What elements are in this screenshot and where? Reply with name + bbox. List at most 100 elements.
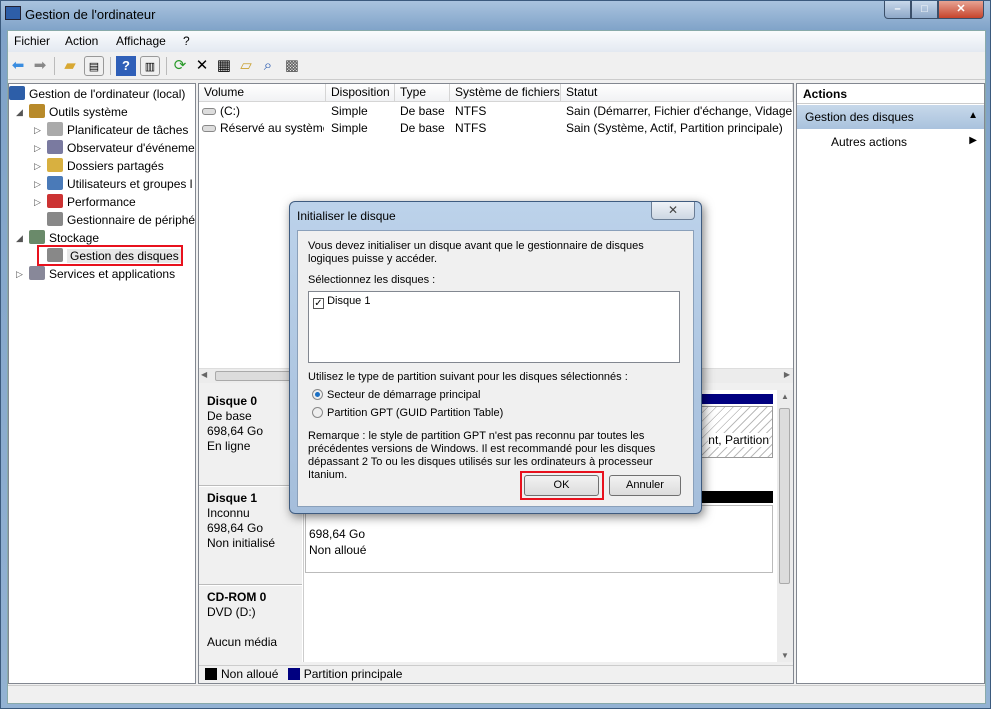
cell-text: Simple <box>331 121 368 135</box>
disk-0-label[interactable]: Disque 0 De base 698,64 Go En ligne <box>199 390 302 486</box>
tree-item-label: Observateur d'événeme <box>67 141 195 155</box>
menu-help[interactable]: ? <box>183 34 190 48</box>
disk-1-checkbox[interactable]: ✓ Disque 1 <box>313 295 370 309</box>
disk-name: Disque 1 <box>207 491 258 505</box>
cell-text: NTFS <box>455 104 487 118</box>
back-icon[interactable]: ⬅ <box>8 56 28 76</box>
legend: Non alloué Partition principale <box>199 665 793 683</box>
disk-type: Inconnu <box>207 506 250 520</box>
menu-affichage[interactable]: Affichage <box>116 34 166 48</box>
table-cell: Sain (Système, Actif, Partition principa… <box>566 120 793 137</box>
delete-icon[interactable]: ✕ <box>192 56 212 76</box>
menu-action[interactable]: Action <box>65 34 98 48</box>
expanded-arrow-icon[interactable]: ◢ <box>16 103 23 121</box>
disk-type: DVD (D:) <box>207 605 256 619</box>
table-row[interactable]: Réservé au système Simple De base NTFS Sain … <box>199 120 793 137</box>
expanded-arrow-icon[interactable]: ◢ <box>16 229 23 247</box>
disk-list: ✓ Disque 1 <box>308 291 680 363</box>
tree-item[interactable]: ▷ Performance <box>34 193 195 211</box>
disk-status: Non initialisé <box>207 536 276 550</box>
tree-item[interactable]: ▷ Planificateur de tâches <box>34 121 195 139</box>
show-hide-action-icon[interactable]: ▥ <box>140 56 160 76</box>
cell-text: Réservé au système <box>220 121 324 135</box>
tree-node-icon <box>47 158 63 172</box>
cell-text: (C:) <box>220 104 240 118</box>
tree-item[interactable]: ▷ Services et applications <box>16 265 195 283</box>
column-header[interactable]: Statut <box>561 84 793 102</box>
disk-status: En ligne <box>207 439 251 453</box>
collapsed-arrow-icon[interactable]: ▷ <box>34 175 41 193</box>
forward-icon[interactable]: ➡ <box>30 56 50 76</box>
settings-icon[interactable]: ▩ <box>282 56 302 76</box>
radio-gpt[interactable]: Partition GPT (GUID Partition Table) <box>312 407 503 420</box>
legend-swatch-primary <box>287 668 300 680</box>
partition-primary-bar <box>699 394 773 404</box>
radio-label: Secteur de démarrage principal <box>327 389 481 401</box>
show-hide-tree-icon[interactable]: ▤ <box>84 56 104 76</box>
tree-item-label: Outils système <box>49 105 128 119</box>
tree-node-icon <box>47 176 63 190</box>
tree-node-icon <box>47 194 63 208</box>
tree-item-label: Dossiers partagés <box>67 159 164 173</box>
search-icon[interactable]: ⌕ <box>258 56 278 76</box>
volume-icon <box>202 108 216 115</box>
tree-item[interactable]: ▷ Dossiers partagés <box>34 157 195 175</box>
maximize-button[interactable]: □ <box>911 1 938 19</box>
cdrom-0-label[interactable]: CD-ROM 0 DVD (D:) Aucun média <box>199 586 302 662</box>
tree-item[interactable]: Gestion de l'ordinateur (local) <box>9 85 195 103</box>
properties-icon[interactable]: ▦ <box>214 56 234 76</box>
collapsed-arrow-icon[interactable]: ▷ <box>34 157 41 175</box>
help-icon[interactable]: ? <box>116 56 136 76</box>
disk-1-label[interactable]: Disque 1 Inconnu 698,64 Go Non initialis… <box>199 487 302 585</box>
tree-item[interactable]: ▷ Observateur d'événeme <box>34 139 195 157</box>
action-other-actions[interactable]: Autres actions ▶ <box>831 135 981 149</box>
minimize-button[interactable]: – <box>884 1 911 19</box>
radio-unselected-icon[interactable] <box>312 407 323 418</box>
legend-label: Non alloué <box>221 667 279 681</box>
collapsed-arrow-icon[interactable]: ▷ <box>34 193 41 211</box>
close-button[interactable]: ✕ <box>938 1 984 19</box>
dialog-close-button[interactable]: ✕ <box>651 202 695 220</box>
cell-text: Sain (Système, Actif, Partition principa… <box>566 121 783 135</box>
menu-fichier[interactable]: Fichier <box>14 34 50 48</box>
cancel-button[interactable]: Annuler <box>609 475 681 496</box>
tree-node-icon <box>29 104 45 118</box>
checkbox-checked-icon[interactable]: ✓ <box>313 298 324 309</box>
window-title: Gestion de l'ordinateur <box>25 7 156 22</box>
open-icon[interactable]: ▱ <box>236 56 256 76</box>
menu-bar: Fichier Action Affichage ? <box>8 31 985 52</box>
column-header[interactable]: Volume <box>199 84 326 102</box>
status-bar <box>8 685 985 703</box>
volume-icon <box>202 125 216 132</box>
radio-mbr[interactable]: Secteur de démarrage principal <box>312 389 480 402</box>
actions-header: Actions <box>797 84 984 104</box>
partition-c[interactable]: nt, Partition <box>699 406 773 458</box>
partition-size: 698,64 Go <box>309 527 366 541</box>
collapsed-arrow-icon[interactable]: ▷ <box>34 139 41 157</box>
legend-swatch-unallocated <box>205 668 217 680</box>
tree-item[interactable]: ▷ Utilisateurs et groupes l <box>34 175 195 193</box>
refresh-icon[interactable]: ⟳ <box>170 56 190 76</box>
action-label: Autres actions <box>831 135 908 149</box>
column-header[interactable]: Disposition <box>326 84 395 102</box>
toolbar: ⬅ ➡ ▰ ▤ ? ▥ ⟳ ✕ ▦ ▱ ⌕ ▩ <box>8 52 985 80</box>
column-header[interactable]: Système de fichiers <box>450 84 561 102</box>
tree-node-icon <box>9 86 25 100</box>
tree-item[interactable]: Gestionnaire de périphé <box>47 211 195 229</box>
collapsed-arrow-icon[interactable]: ▷ <box>16 265 23 283</box>
unallocated-region[interactable]: 698,64 Go Non alloué <box>305 505 773 573</box>
collapsed-arrow-icon[interactable]: ▷ <box>34 121 41 139</box>
vertical-scrollbar[interactable]: ▲ ▼ <box>777 390 793 662</box>
up-folder-icon[interactable]: ▰ <box>60 56 80 76</box>
radio-selected-icon[interactable] <box>312 389 323 400</box>
title-bar[interactable]: Gestion de l'ordinateur – □ ✕ <box>1 1 990 29</box>
disk-type: De base <box>207 409 252 423</box>
column-header[interactable]: Type <box>395 84 450 102</box>
collapse-icon[interactable]: ▲ <box>968 110 978 121</box>
table-row[interactable]: (C:) Simple De base NTFS Sain (Démarrer, Fic… <box>199 103 793 120</box>
table-cell: Réservé au système <box>202 120 324 137</box>
actions-section-disk-management[interactable]: Gestion des disques ▲ <box>797 105 984 129</box>
tree-item[interactable]: ◢ Outils système <box>16 103 195 121</box>
partition-status: Non alloué <box>309 543 367 557</box>
actions-pane: Actions Gestion des disques ▲ Autres act… <box>796 83 985 684</box>
